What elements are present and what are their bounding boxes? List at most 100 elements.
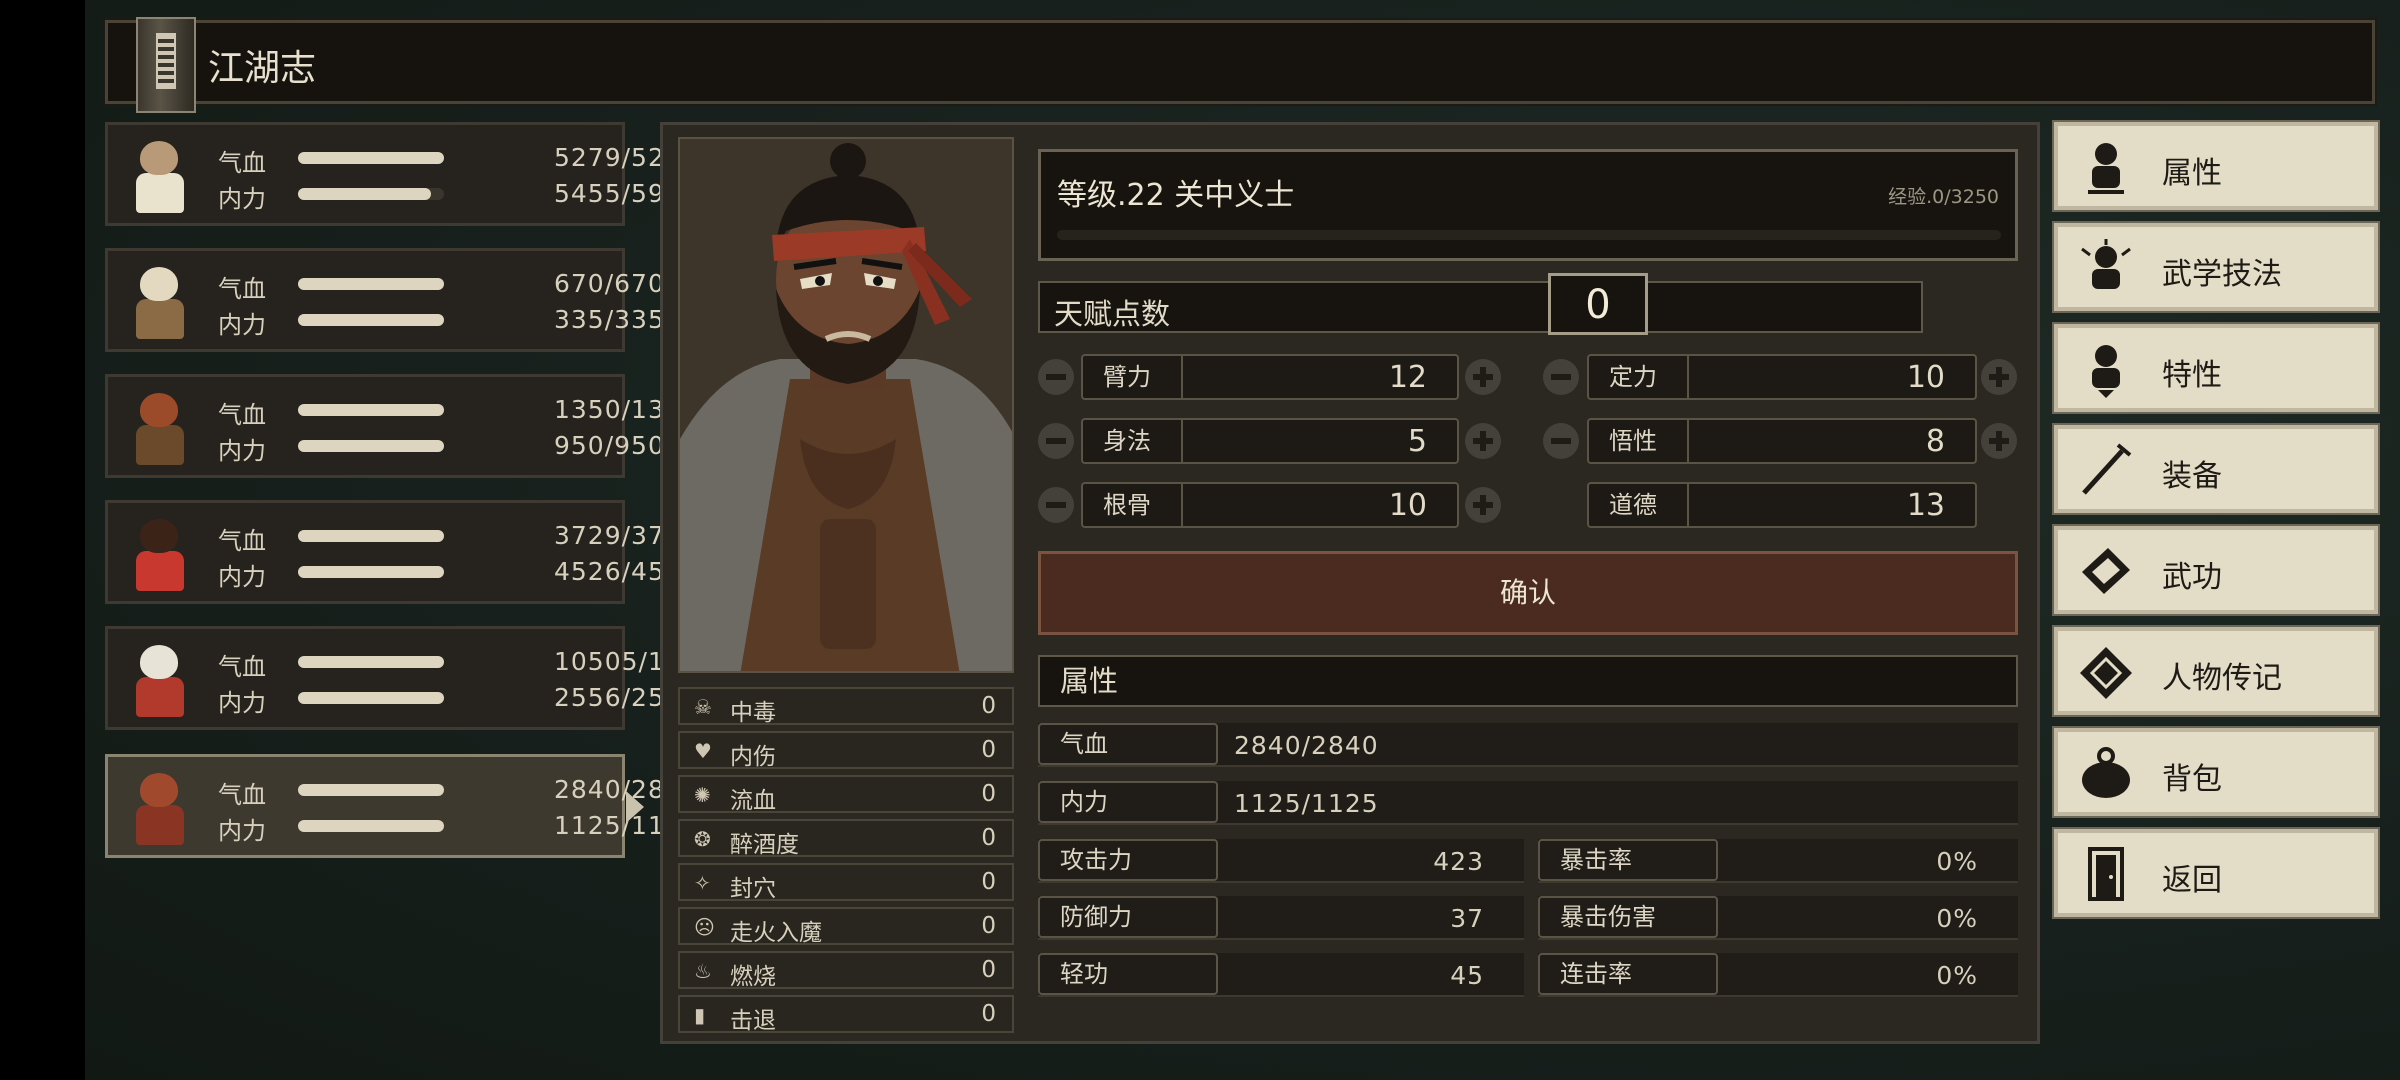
door-icon [2078, 845, 2134, 903]
prop-crit-row: 暴击率 0% [1538, 839, 2018, 883]
menu-button[interactable]: 武学技法 [2052, 221, 2380, 313]
drunk-icon: ❂ [694, 827, 711, 851]
avatar-head [140, 519, 178, 553]
attr-dingli-label: 定力 [1589, 356, 1689, 398]
martial-skill-icon [2078, 239, 2134, 297]
menu-label: 返回 [2162, 863, 2222, 898]
avatar [122, 513, 198, 595]
avatar-body [136, 677, 184, 717]
menu-button[interactable]: 背包 [2052, 726, 2380, 818]
mp-row: 内力 2556/2556 [218, 683, 698, 717]
attr-str-label: 臂力 [1083, 356, 1183, 398]
book-icon [2078, 542, 2134, 600]
menu-label: 武学技法 [2162, 257, 2282, 292]
attr-gengu-value: 10 [1388, 488, 1427, 523]
prop-hp-value: 2840/2840 [1234, 731, 1379, 760]
wuxing-minus-button[interactable] [1543, 423, 1579, 459]
prop-mp-label: 内力 [1038, 781, 1218, 823]
attr-gengu-label: 根骨 [1083, 484, 1183, 526]
status-name: 封穴 [730, 876, 776, 902]
mp-bar [298, 314, 444, 326]
party-member-card[interactable]: 气血 5279/5279 内力 5455/5975 [105, 122, 698, 226]
menu-button[interactable]: 返回 [2052, 827, 2380, 919]
menu-button[interactable]: 特性 [2052, 322, 2380, 414]
menu-button[interactable]: 武功 [2052, 524, 2380, 616]
hp-label: 气血 [218, 653, 266, 681]
mp-bar-fill [298, 188, 431, 200]
mp-label: 内力 [218, 689, 266, 717]
dingli-minus-button[interactable] [1543, 359, 1579, 395]
menu-button[interactable]: 装备 [2052, 423, 2380, 515]
mp-value: 950/950 [554, 431, 665, 460]
hp-label: 气血 [218, 149, 266, 177]
hp-bar-fill [298, 278, 444, 290]
mp-bar-fill [298, 820, 444, 832]
attr-wuxing-label: 悟性 [1589, 420, 1689, 462]
status-effect-row: ☠ 中毒 0 [678, 687, 1014, 726]
hp-bar-fill [298, 404, 444, 416]
menu-label: 属性 [2162, 156, 2222, 191]
avatar-body [136, 299, 184, 339]
menu-label: 装备 [2162, 459, 2222, 494]
mp-label: 内力 [218, 817, 266, 845]
mp-bar [298, 440, 444, 452]
status-effect-row: ☹ 走火入魔 0 [678, 907, 1014, 946]
party-member-card[interactable]: 气血 2840/2840 内力 1125/1125 [105, 754, 698, 858]
book-icon [136, 17, 196, 113]
prop-atk-value: 423 [1433, 847, 1484, 876]
agility-plus-button[interactable] [1465, 423, 1501, 459]
mp-row: 内力 950/950 [218, 431, 664, 465]
knockback-icon: ▮ [694, 1003, 706, 1027]
menu-button[interactable]: 属性 [2052, 120, 2380, 212]
prop-mp-value: 1125/1125 [1234, 789, 1379, 818]
talent-points-value: 0 [1548, 273, 1648, 335]
talent-points-label: 天赋点数 [1054, 297, 1171, 331]
confirm-button[interactable]: 确认 [1038, 551, 2018, 635]
party-member-card[interactable]: 气血 3729/3729 内力 4526/4526 [105, 500, 698, 604]
party-member-card[interactable]: 气血 670/670 内力 335/335 [105, 248, 664, 352]
prop-combo-value: 0% [1936, 961, 1978, 990]
hp-row: 气血 3729/3729 [218, 521, 698, 555]
mp-row: 内力 1125/1125 [218, 811, 698, 845]
avatar-body [136, 173, 184, 213]
prop-mp-row: 内力 1125/1125 [1038, 781, 2018, 825]
mp-bar-fill [298, 314, 444, 326]
prop-combo-label: 连击率 [1538, 953, 1718, 995]
menu-button[interactable]: 人物传记 [2052, 625, 2380, 717]
attr-str: 臂力 12 [1081, 354, 1459, 400]
hp-bar [298, 278, 444, 290]
prop-crit-label: 暴击率 [1538, 839, 1718, 881]
exp-bar [1057, 230, 2001, 240]
avatar [122, 767, 198, 849]
attr-dingli: 定力 10 [1587, 354, 1977, 400]
str-plus-button[interactable] [1465, 359, 1501, 395]
gengu-minus-button[interactable] [1038, 487, 1074, 523]
attr-morality-label: 道德 [1589, 484, 1689, 526]
status-effect-row: ❂ 醉酒度 0 [678, 819, 1014, 858]
mp-bar-fill [298, 692, 444, 704]
attr-wuxing: 悟性 8 [1587, 418, 1977, 464]
prop-hp-row: 气血 2840/2840 [1038, 723, 2018, 767]
gengu-plus-button[interactable] [1465, 487, 1501, 523]
mp-label: 内力 [218, 437, 266, 465]
party-member-card[interactable]: 气血 1350/1350 内力 950/950 [105, 374, 698, 478]
avatar-head [140, 645, 178, 679]
hp-bar [298, 152, 444, 164]
exp-text: 经验.0/3250 [1888, 186, 1999, 208]
prop-critdmg-value: 0% [1936, 904, 1978, 933]
attr-morality: 道德 13 [1587, 482, 1977, 528]
attr-morality-value: 13 [1906, 488, 1945, 523]
wuxing-plus-button[interactable] [1981, 423, 2017, 459]
hp-label: 气血 [218, 401, 266, 429]
mp-label: 内力 [218, 563, 266, 591]
hp-row: 气血 5279/5279 [218, 143, 698, 177]
dingli-plus-button[interactable] [1981, 359, 2017, 395]
fire-icon: ♨ [694, 959, 712, 983]
hp-bar [298, 656, 444, 668]
avatar-head [140, 773, 178, 807]
party-member-card[interactable]: 气血 10505/10505 内力 2556/2556 [105, 626, 731, 730]
sword-icon [2078, 441, 2134, 499]
str-minus-button[interactable] [1038, 359, 1074, 395]
prop-critdmg-row: 暴击伤害 0% [1538, 896, 2018, 940]
agility-minus-button[interactable] [1038, 423, 1074, 459]
